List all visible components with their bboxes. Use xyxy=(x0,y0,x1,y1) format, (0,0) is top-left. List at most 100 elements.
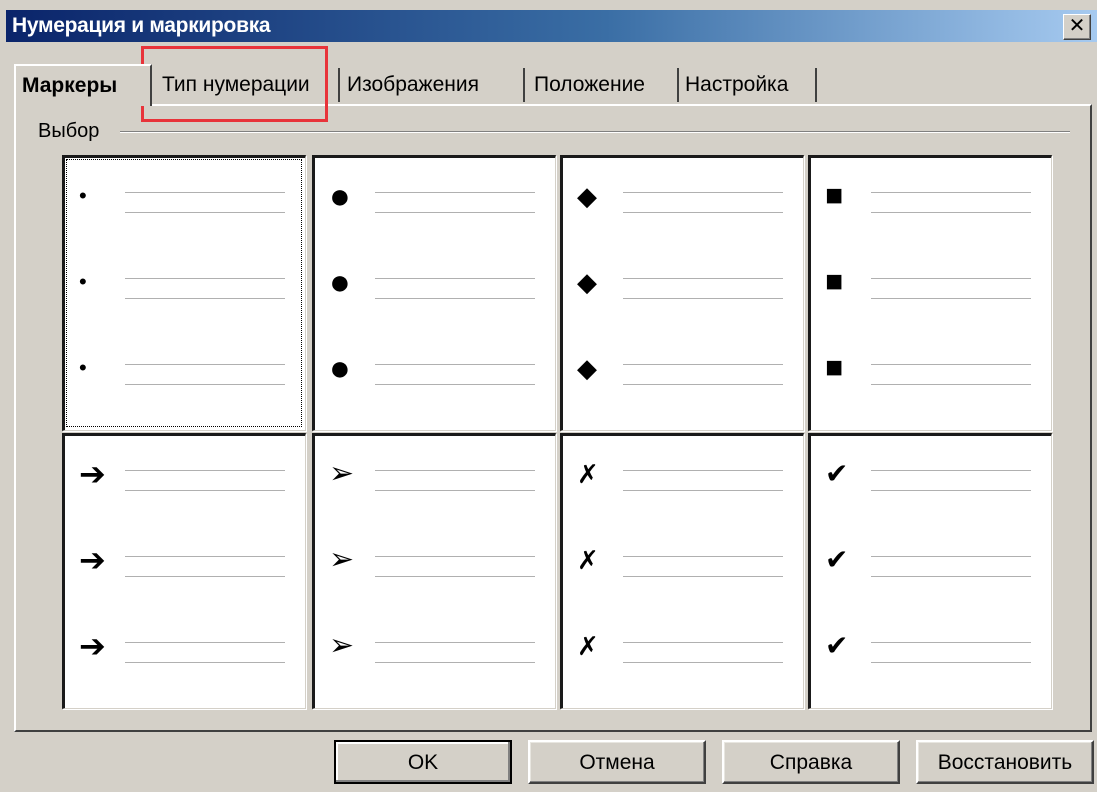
placeholder-line xyxy=(623,470,783,471)
placeholder-line xyxy=(125,278,285,279)
tab-position[interactable]: Положение xyxy=(526,68,679,102)
large-dot-icon: ● xyxy=(329,261,351,302)
placeholder-line xyxy=(375,384,535,385)
placeholder-line xyxy=(623,642,783,643)
placeholder-line xyxy=(623,490,783,491)
placeholder-line xyxy=(871,212,1031,213)
square-icon: ■ xyxy=(825,265,844,298)
bullet-style-check[interactable]: ✔ ✔ ✔ xyxy=(808,433,1052,709)
placeholder-line xyxy=(871,470,1031,471)
placeholder-line xyxy=(623,212,783,213)
bullet-style-square[interactable]: ■ ■ ■ xyxy=(808,155,1052,431)
preview-line: ◆ xyxy=(563,340,803,400)
small-dot-icon: • xyxy=(79,269,87,294)
placeholder-line xyxy=(375,278,535,279)
placeholder-line xyxy=(623,298,783,299)
placeholder-line xyxy=(125,384,285,385)
placeholder-line xyxy=(623,364,783,365)
close-icon: ✕ xyxy=(1068,15,1086,37)
placeholder-line xyxy=(125,642,285,643)
cross-icon: ✗ xyxy=(577,459,599,489)
square-icon: ■ xyxy=(825,179,844,212)
preview-line: ➔ xyxy=(65,618,305,678)
placeholder-line xyxy=(871,642,1031,643)
arrowhead-icon: ➢ xyxy=(329,629,355,662)
check-icon: ✔ xyxy=(825,458,849,489)
placeholder-line xyxy=(125,364,285,365)
placeholder-line xyxy=(125,212,285,213)
preview-line: ➢ xyxy=(315,618,555,678)
tab-markers[interactable]: Маркеры xyxy=(14,64,152,106)
preview-line: • xyxy=(65,254,305,314)
arrowhead-icon: ➢ xyxy=(329,457,355,490)
cancel-button[interactable]: Отмена xyxy=(528,740,706,784)
bullet-style-arrow[interactable]: ➔ ➔ ➔ xyxy=(62,433,306,709)
placeholder-line xyxy=(871,298,1031,299)
ok-button[interactable]: OK xyxy=(334,740,512,784)
preview-line: ■ xyxy=(811,254,1051,314)
close-button[interactable]: ✕ xyxy=(1063,14,1091,40)
arrow-icon: ➔ xyxy=(79,628,106,664)
placeholder-line xyxy=(125,556,285,557)
square-icon: ■ xyxy=(825,351,844,384)
preview-line: ✔ xyxy=(811,532,1051,592)
tab-images[interactable]: Изображения xyxy=(339,68,525,102)
group-divider xyxy=(120,131,1070,133)
preview-line: ● xyxy=(315,168,555,228)
placeholder-line xyxy=(125,470,285,471)
preview-line: ✔ xyxy=(811,618,1051,678)
preview-line: ✗ xyxy=(563,618,803,678)
cross-icon: ✗ xyxy=(577,545,599,575)
diamond-icon: ◆ xyxy=(577,267,597,297)
preview-line: ◆ xyxy=(563,168,803,228)
tab-settings[interactable]: Настройка xyxy=(677,68,817,102)
button-row: OK Отмена Справка Восстановить xyxy=(0,740,1097,786)
preview-line: ➢ xyxy=(315,532,555,592)
placeholder-line xyxy=(375,470,535,471)
placeholder-line xyxy=(375,642,535,643)
placeholder-line xyxy=(871,556,1031,557)
placeholder-line xyxy=(871,662,1031,663)
preview-line: ◆ xyxy=(563,254,803,314)
placeholder-line xyxy=(623,192,783,193)
bullet-style-cross[interactable]: ✗ ✗ ✗ xyxy=(560,433,804,709)
placeholder-line xyxy=(871,576,1031,577)
bullet-style-diamond[interactable]: ◆ ◆ ◆ xyxy=(560,155,804,431)
preview-line: ✗ xyxy=(563,532,803,592)
placeholder-line xyxy=(871,490,1031,491)
highlight-annotation xyxy=(141,46,328,122)
preview-line: • xyxy=(65,168,305,228)
preview-line: ✗ xyxy=(563,446,803,506)
preview-line: ■ xyxy=(811,168,1051,228)
placeholder-line xyxy=(125,490,285,491)
placeholder-line xyxy=(375,192,535,193)
bullet-style-small-dot[interactable]: • • • xyxy=(62,155,306,431)
placeholder-line xyxy=(375,556,535,557)
preview-line: ➢ xyxy=(315,446,555,506)
preview-line: ● xyxy=(315,254,555,314)
group-label: Выбор xyxy=(34,120,104,143)
title-bar: Нумерация и маркировка ✕ xyxy=(6,10,1097,42)
bullet-style-arrowhead[interactable]: ➢ ➢ ➢ xyxy=(312,433,556,709)
small-dot-icon: • xyxy=(79,355,87,380)
bullet-style-large-dot[interactable]: ● ● ● xyxy=(312,155,556,431)
arrow-icon: ➔ xyxy=(79,542,106,578)
placeholder-line xyxy=(623,662,783,663)
placeholder-line xyxy=(125,662,285,663)
placeholder-line xyxy=(375,212,535,213)
placeholder-line xyxy=(375,364,535,365)
preview-line: ● xyxy=(315,340,555,400)
restore-button[interactable]: Восстановить xyxy=(916,740,1094,784)
placeholder-line xyxy=(871,364,1031,365)
placeholder-line xyxy=(871,192,1031,193)
placeholder-line xyxy=(375,298,535,299)
placeholder-line xyxy=(125,298,285,299)
placeholder-line xyxy=(375,576,535,577)
placeholder-line xyxy=(623,384,783,385)
diamond-icon: ◆ xyxy=(577,353,597,383)
cross-icon: ✗ xyxy=(577,631,599,661)
large-dot-icon: ● xyxy=(329,175,351,216)
large-dot-icon: ● xyxy=(329,347,351,388)
help-button[interactable]: Справка xyxy=(722,740,900,784)
check-icon: ✔ xyxy=(825,544,849,575)
